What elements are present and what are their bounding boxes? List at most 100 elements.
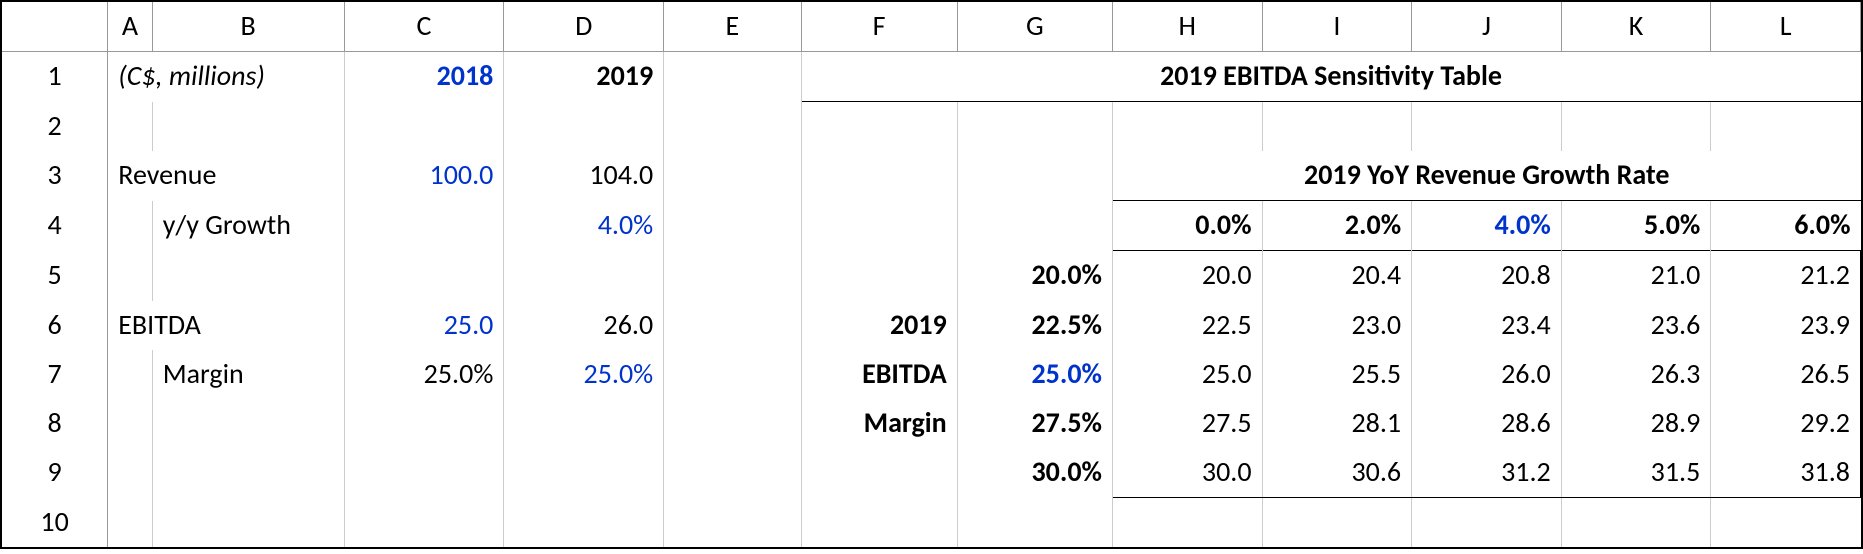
- margin-row-0[interactable]: 20.0%: [957, 251, 1112, 301]
- cell-L2[interactable]: [1711, 102, 1861, 151]
- cell-E3[interactable]: [664, 151, 801, 201]
- cell-L10[interactable]: [1711, 498, 1861, 547]
- col-header-F[interactable]: F: [801, 2, 957, 52]
- cell-C4[interactable]: [344, 201, 504, 251]
- cell-K2[interactable]: [1561, 102, 1711, 151]
- cell-A9[interactable]: [108, 448, 152, 498]
- cell-D10[interactable]: [504, 498, 664, 547]
- cell-F9[interactable]: [801, 448, 957, 498]
- revenue-2018[interactable]: 100.0: [344, 151, 504, 201]
- col-header-I[interactable]: I: [1262, 2, 1412, 52]
- cell-B5[interactable]: [152, 251, 344, 301]
- side-label-margin[interactable]: Margin: [801, 399, 957, 448]
- ebitda-label[interactable]: EBITDA: [108, 301, 344, 350]
- cell-F10[interactable]: [801, 498, 957, 547]
- row-header-6[interactable]: 6: [2, 301, 108, 350]
- cell-G4-hidden[interactable]: 26.0: [957, 201, 1112, 251]
- sens-3-4[interactable]: 29.2: [1711, 399, 1861, 448]
- sens-4-0[interactable]: 30.0: [1112, 448, 1262, 498]
- cell-F3[interactable]: [801, 151, 957, 201]
- cell-E1[interactable]: [664, 52, 801, 102]
- year-2019[interactable]: 2019: [504, 52, 664, 102]
- cell-I10[interactable]: [1262, 498, 1412, 547]
- sens-4-1[interactable]: 30.6: [1262, 448, 1412, 498]
- row-header-10[interactable]: 10: [2, 498, 108, 547]
- sens-2-3[interactable]: 26.3: [1561, 350, 1711, 399]
- col-header-E[interactable]: E: [664, 2, 801, 52]
- col-header-G[interactable]: G: [957, 2, 1112, 52]
- sens-1-0[interactable]: 22.5: [1112, 301, 1262, 350]
- sens-1-3[interactable]: 23.6: [1561, 301, 1711, 350]
- cell-C9[interactable]: [344, 448, 504, 498]
- sens-0-1[interactable]: 20.4: [1262, 251, 1412, 301]
- cell-F4[interactable]: [801, 201, 957, 251]
- sens-2-4[interactable]: 26.5: [1711, 350, 1861, 399]
- cell-G10[interactable]: [957, 498, 1112, 547]
- col-header-A[interactable]: A: [108, 2, 152, 52]
- margin-row-3[interactable]: 27.5%: [957, 399, 1112, 448]
- cell-A10[interactable]: [108, 498, 152, 547]
- revenue-2019[interactable]: 104.0: [504, 151, 664, 201]
- cell-E6[interactable]: [664, 301, 801, 350]
- margin-2018[interactable]: 25.0%: [344, 350, 504, 399]
- col-header-B[interactable]: B: [152, 2, 344, 52]
- sens-2-0[interactable]: 25.0: [1112, 350, 1262, 399]
- sens-0-3[interactable]: 21.0: [1561, 251, 1711, 301]
- cell-A7[interactable]: [108, 350, 152, 399]
- row-header-9[interactable]: 9: [2, 448, 108, 498]
- sens-3-2[interactable]: 28.6: [1412, 399, 1562, 448]
- cell-B8[interactable]: [152, 399, 344, 448]
- cell-H10[interactable]: [1112, 498, 1262, 547]
- cell-A2[interactable]: [108, 102, 152, 151]
- cell-J2[interactable]: [1412, 102, 1562, 151]
- sens-2-2[interactable]: 26.0: [1412, 350, 1562, 399]
- cell-E8[interactable]: [664, 399, 801, 448]
- cell-K10[interactable]: [1561, 498, 1711, 547]
- cell-I2[interactable]: [1262, 102, 1412, 151]
- cell-C2[interactable]: [344, 102, 504, 151]
- cell-G2[interactable]: [957, 102, 1112, 151]
- side-label-2019[interactable]: 2019: [801, 301, 957, 350]
- cell-F5[interactable]: [801, 251, 957, 301]
- cell-E2[interactable]: [664, 102, 801, 151]
- growth-col-0[interactable]: 0.0%: [1112, 201, 1262, 251]
- cell-A5[interactable]: [108, 251, 152, 301]
- yoy-2019[interactable]: 4.0%: [504, 201, 664, 251]
- cell-E7[interactable]: [664, 350, 801, 399]
- col-header-H[interactable]: H: [1112, 2, 1262, 52]
- sens-title[interactable]: 2019 EBITDA Sensitivity Table: [801, 52, 1861, 102]
- sens-1-4[interactable]: 23.9: [1711, 301, 1861, 350]
- col-header-K[interactable]: K: [1561, 2, 1711, 52]
- sens-1-1[interactable]: 23.0: [1262, 301, 1412, 350]
- yoy-label[interactable]: y/y Growth: [152, 201, 344, 251]
- margin-row-4[interactable]: 30.0%: [957, 448, 1112, 498]
- revenue-label[interactable]: Revenue: [108, 151, 344, 201]
- cell-B9[interactable]: [152, 448, 344, 498]
- sens-0-2[interactable]: 20.8: [1412, 251, 1562, 301]
- margin-label[interactable]: Margin: [152, 350, 344, 399]
- sens-growth-header[interactable]: 2019 YoY Revenue Growth Rate: [1112, 151, 1860, 201]
- cell-E10[interactable]: [664, 498, 801, 547]
- cell-D8[interactable]: [504, 399, 664, 448]
- cell-C5[interactable]: [344, 251, 504, 301]
- sens-4-3[interactable]: 31.5: [1561, 448, 1711, 498]
- margin-row-2[interactable]: 25.0%: [957, 350, 1112, 399]
- sens-4-4[interactable]: 31.8: [1711, 448, 1861, 498]
- col-header-J[interactable]: J: [1412, 2, 1562, 52]
- cell-H2[interactable]: [1112, 102, 1262, 151]
- cell-B10[interactable]: [152, 498, 344, 547]
- sens-0-0[interactable]: 20.0: [1112, 251, 1262, 301]
- row-header-2[interactable]: 2: [2, 102, 108, 151]
- growth-col-1[interactable]: 2.0%: [1262, 201, 1412, 251]
- col-header-C[interactable]: C: [344, 2, 504, 52]
- year-2018[interactable]: 2018: [344, 52, 504, 102]
- cell-C8[interactable]: [344, 399, 504, 448]
- cell-D9[interactable]: [504, 448, 664, 498]
- sens-0-4[interactable]: 21.2: [1711, 251, 1861, 301]
- row-header-8[interactable]: 8: [2, 399, 108, 448]
- ebitda-2019[interactable]: 26.0: [504, 301, 664, 350]
- margin-2019[interactable]: 25.0%: [504, 350, 664, 399]
- cell-J10[interactable]: [1412, 498, 1562, 547]
- row-header-1[interactable]: 1: [2, 52, 108, 102]
- cell-A4[interactable]: [108, 201, 152, 251]
